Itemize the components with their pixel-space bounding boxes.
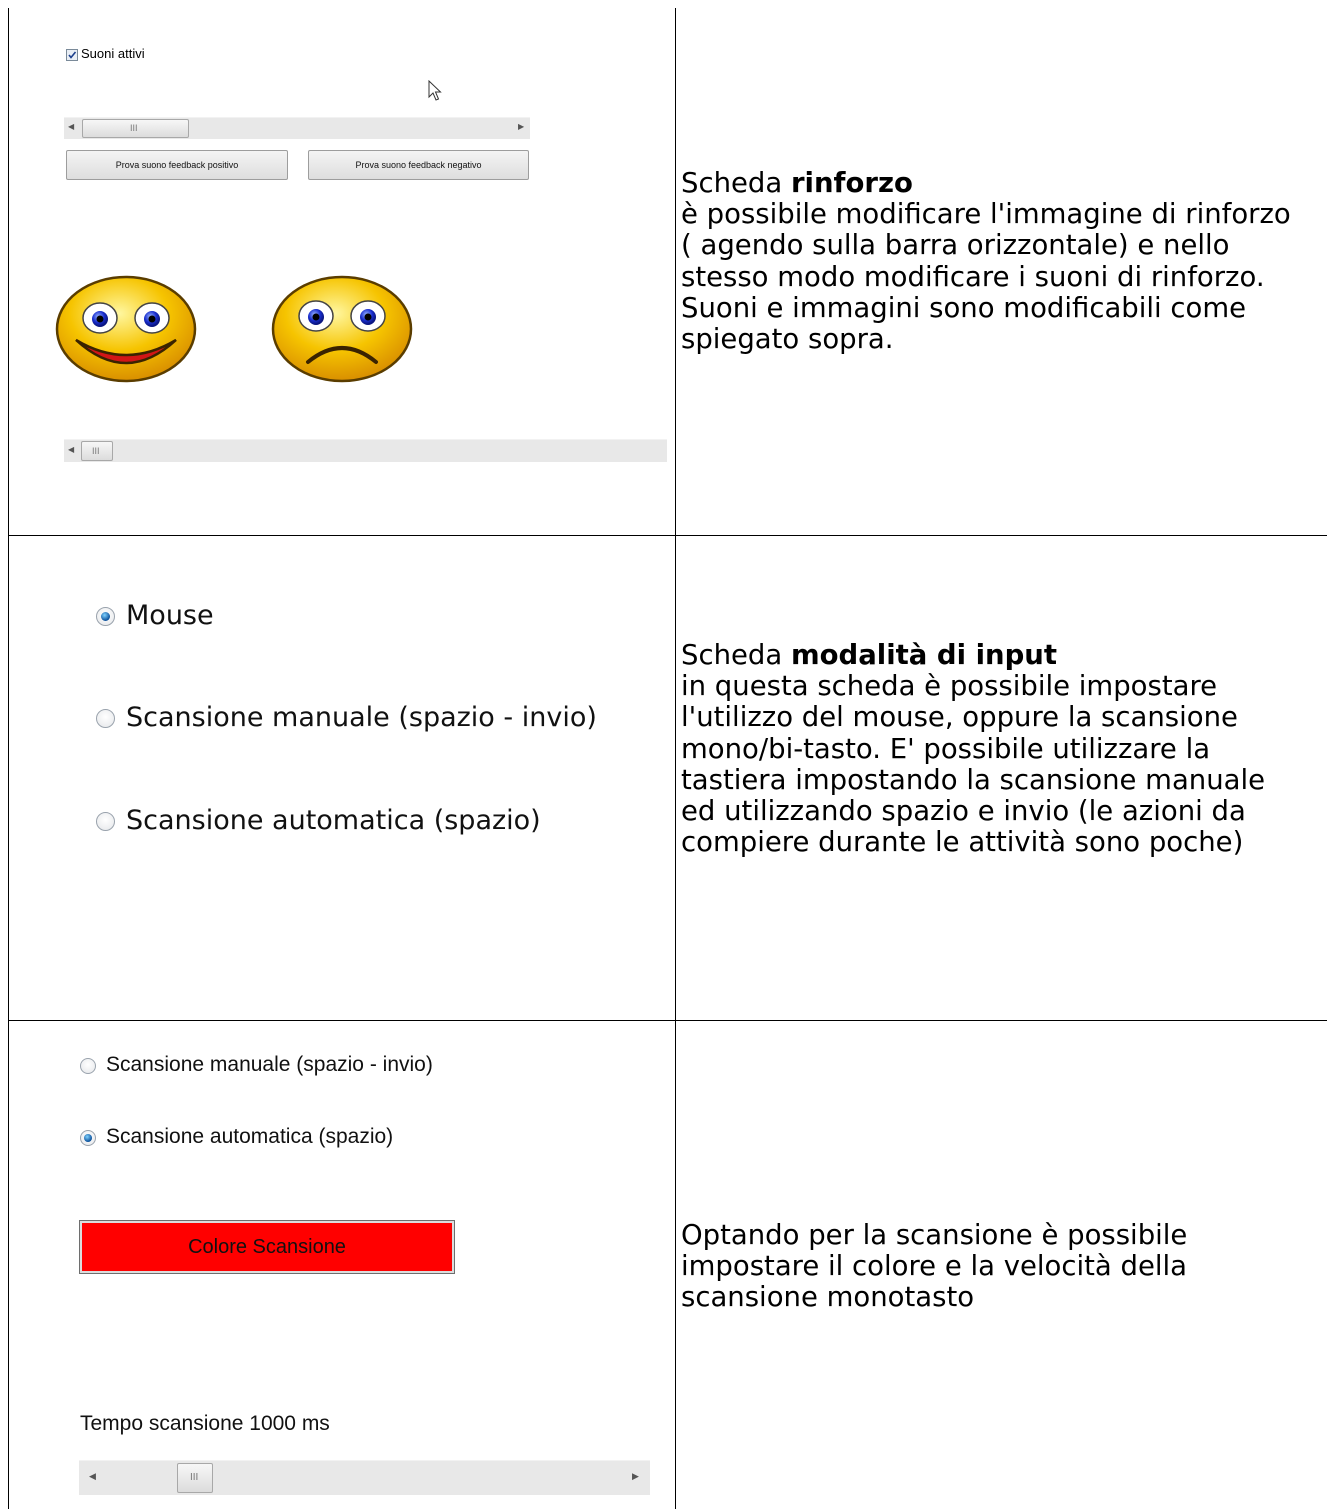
scrollbar-thumb[interactable]: III bbox=[82, 119, 189, 138]
scroll-left-arrow-icon[interactable]: ◀ bbox=[89, 1472, 96, 1482]
test-positive-feedback-button[interactable]: Prova suono feedback positivo bbox=[66, 150, 288, 180]
description-line: Optando per la scansione è possibile bbox=[681, 1219, 1188, 1251]
description-line: compiere durante le attività sono poche) bbox=[681, 826, 1244, 859]
description-line: è possibile modificare l'immagine di rin… bbox=[681, 198, 1291, 231]
scrollbar-thumb[interactable]: III bbox=[81, 441, 113, 461]
description-line: mono/bi-tasto. E' possibile utilizzare l… bbox=[681, 732, 1211, 765]
reinforcement-description: Scheda rinforzo è possibile modificare l… bbox=[681, 167, 1291, 356]
scan-color-button[interactable]: Colore Scansione bbox=[79, 1220, 455, 1274]
radio-manual-scan[interactable] bbox=[96, 709, 115, 728]
description-title: Scheda modalità di input bbox=[681, 639, 1058, 671]
description-line: l'utilizzo del mouse, oppure la scansion… bbox=[681, 701, 1238, 734]
test-negative-feedback-button[interactable]: Prova suono feedback negativo bbox=[308, 150, 529, 180]
scroll-right-arrow-icon[interactable]: ▶ bbox=[518, 122, 524, 131]
description-title-bold: modalità di input bbox=[790, 639, 1058, 671]
description-line: impostare il colore e la velocità della bbox=[681, 1250, 1188, 1283]
table-row-divider-1 bbox=[8, 535, 1327, 536]
scroll-left-arrow-icon[interactable]: ◀ bbox=[68, 445, 74, 454]
description-line: Suoni e immagini sono modificabili come bbox=[681, 291, 1247, 324]
description-line: in questa scheda è possibile impostare bbox=[681, 670, 1218, 703]
table-border-left bbox=[8, 8, 9, 1509]
radio-manual-scan-label: Scansione manuale (spazio - invio) bbox=[126, 702, 597, 733]
mouse-cursor-icon bbox=[428, 80, 442, 101]
scan-settings-description: Optando per la scansione è possibile imp… bbox=[681, 1219, 1188, 1314]
test-positive-feedback-label: Prova suono feedback positivo bbox=[115, 160, 239, 170]
description-line: spiegato sopra. bbox=[681, 323, 894, 356]
table-border-middle bbox=[675, 8, 676, 1509]
description-line: ( agendo sulla barra orizzontale) e nell… bbox=[681, 229, 1230, 262]
scroll-right-arrow-icon[interactable]: ▶ bbox=[632, 1472, 639, 1482]
description-title-bold: rinforzo bbox=[790, 167, 913, 199]
description-line: ed utilizzando spazio e invio (le azioni… bbox=[681, 795, 1246, 828]
test-negative-feedback-label: Prova suono feedback negativo bbox=[355, 160, 482, 170]
radio-mouse[interactable] bbox=[96, 607, 115, 626]
radio-mouse-label: Mouse bbox=[126, 600, 214, 631]
scroll-left-arrow-icon[interactable]: ◀ bbox=[68, 122, 74, 131]
sounds-active-label: Suoni attivi bbox=[81, 46, 145, 61]
reinforcement-image-scrollbar[interactable]: ◀ III ▶ bbox=[64, 117, 530, 139]
description-line: scansione monotasto bbox=[681, 1281, 975, 1314]
input-mode-description: Scheda modalità di input in questa sched… bbox=[681, 639, 1266, 859]
description-line: stesso modo modificare i suoni di rinfor… bbox=[681, 260, 1265, 293]
happy-smiley-icon bbox=[55, 275, 197, 383]
scrollbar-grip-icon: III bbox=[130, 123, 138, 133]
radio-automatic-scan-label: Scansione automatica (spazio) bbox=[106, 1125, 394, 1148]
scan-time-label: Tempo scansione 1000 ms bbox=[80, 1412, 330, 1435]
description-title: Scheda rinforzo bbox=[681, 167, 913, 199]
description-line: tastiera impostando la scansione manuale bbox=[681, 763, 1266, 796]
radio-automatic-scan[interactable] bbox=[96, 812, 115, 831]
scrollbar-grip-icon: III bbox=[190, 1472, 199, 1483]
radio-manual-scan[interactable] bbox=[80, 1058, 96, 1074]
radio-manual-scan-label: Scansione manuale (spazio - invio) bbox=[106, 1053, 433, 1076]
radio-automatic-scan-label: Scansione automatica (spazio) bbox=[126, 805, 541, 836]
radio-automatic-scan[interactable] bbox=[80, 1130, 96, 1146]
sad-smiley-icon bbox=[271, 275, 413, 383]
scan-time-slider[interactable]: ◀ III ▶ bbox=[79, 1460, 650, 1495]
table-row-divider-2 bbox=[8, 1020, 1327, 1021]
scan-color-button-label: Colore Scansione bbox=[188, 1236, 346, 1258]
scrollbar-thumb[interactable]: III bbox=[177, 1463, 213, 1493]
reinforcement-sound-scrollbar[interactable]: ◀ III bbox=[64, 439, 667, 462]
scrollbar-grip-icon: III bbox=[92, 446, 100, 456]
sounds-active-checkbox[interactable] bbox=[66, 49, 78, 61]
